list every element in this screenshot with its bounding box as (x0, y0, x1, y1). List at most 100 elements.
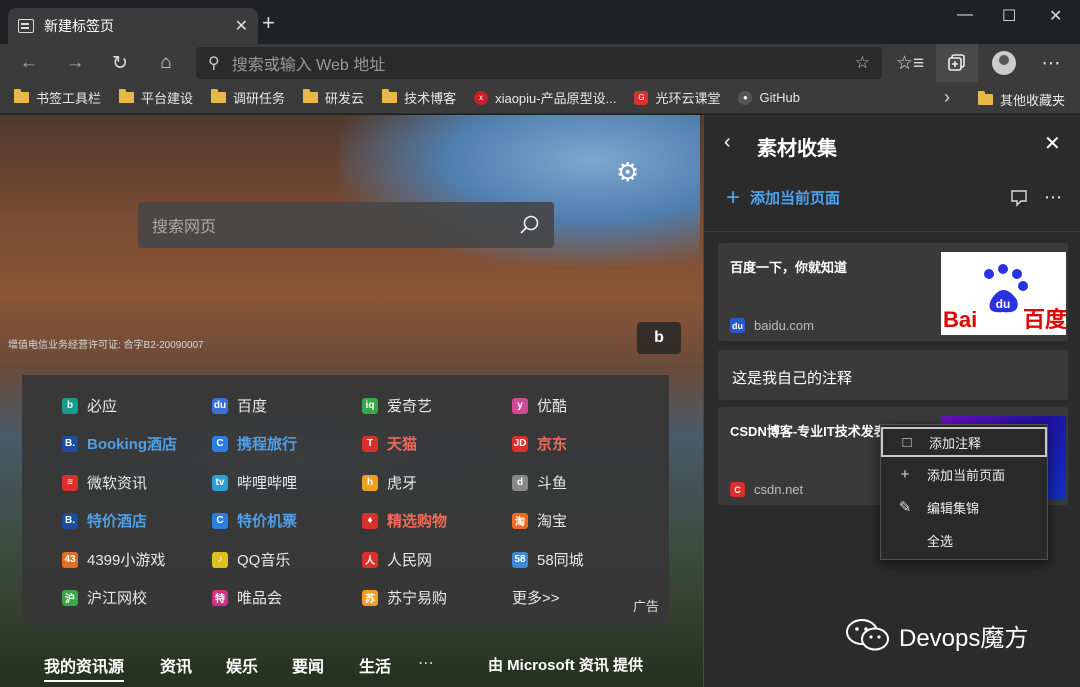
bookmark-other-favorites[interactable]: 其他收藏夹 (978, 90, 1065, 109)
collection-note[interactable]: 这是我自己的注释 (718, 350, 1068, 400)
bookmark-folder-3[interactable]: 调研任务 (211, 88, 285, 107)
add-current-page-button[interactable]: + 添加当前页面 (726, 185, 841, 209)
quick-link[interactable]: B. Booking酒店 (62, 433, 177, 454)
feed-navigation: 我的资讯源 资讯 娱乐 要闻 生活 ⋯ 由 Microsoft 资讯 提供 (0, 653, 703, 683)
tab-close-icon[interactable]: ✕ (235, 16, 248, 36)
refresh-button[interactable]: ↻ (106, 50, 134, 76)
quick-link[interactable]: b 必应 (62, 395, 117, 416)
quick-link-icon: ♦ (362, 512, 378, 529)
quick-link[interactable]: 人人民网 (362, 549, 432, 570)
quick-link[interactable]: du 百度 (212, 395, 267, 416)
quick-link-label: 天猫 (387, 436, 418, 453)
more-options-icon[interactable]: ⋯ (1044, 187, 1062, 208)
page-settings-gear-icon[interactable]: ⚙ (616, 157, 639, 188)
close-panel-icon[interactable]: ✕ (1044, 131, 1061, 156)
address-input[interactable]: 搜索或输入 Web 地址 (232, 51, 855, 75)
quick-link-label: 哔哩哔哩 (237, 475, 298, 492)
quick-link-icon: B. (62, 435, 78, 452)
forward-button[interactable]: → (61, 50, 89, 76)
quick-link[interactable]: iq 爱奇艺 (362, 395, 432, 416)
feed-tab-my-feed[interactable]: 我的资讯源 (44, 653, 125, 682)
quick-link-label: 4399小游戏 (87, 552, 166, 569)
quick-link[interactable]: tv 哔哩哔哩 (212, 472, 297, 493)
quick-link[interactable]: ♦ 精选购物 (362, 510, 447, 531)
quick-link-icon: ≡ (62, 474, 78, 491)
context-menu: □ 添加注释 + 添加当前页面 ✎ 编辑集锦 全选 (880, 424, 1048, 560)
minimize-button[interactable]: — (957, 6, 973, 24)
feed-tab-headlines[interactable]: 要闻 (292, 653, 324, 677)
quick-link[interactable]: h 虎牙 (362, 472, 417, 493)
add-note-icon[interactable] (1010, 189, 1028, 207)
profile-avatar[interactable] (992, 51, 1016, 75)
bookmark-folder-5[interactable]: 技术博客 (382, 88, 456, 107)
add-current-page-label: 添加当前页面 (750, 190, 841, 207)
bookmark-folder-2[interactable]: 平台建设 (119, 88, 193, 107)
menu-item-add-current-page[interactable]: + 添加当前页面 (881, 459, 1047, 489)
quick-link[interactable]: 淘淘宝 (512, 510, 567, 531)
bookmarks-overflow-chevron-icon[interactable]: › (944, 87, 950, 108)
quick-link[interactable]: C 特价机票 (212, 510, 297, 531)
bookmark-folder-1[interactable]: 书签工具栏 (14, 88, 101, 107)
quick-link[interactable]: 更多>> (512, 587, 560, 608)
bookmark-guanghuan[interactable]: G 光环云课堂 (634, 88, 720, 107)
collections-button[interactable] (936, 44, 978, 82)
quick-link[interactable]: 沪沪江网校 (62, 587, 147, 608)
quick-link[interactable]: T 天猫 (362, 433, 417, 454)
bookmark-github[interactable]: ● GitHub (738, 90, 800, 105)
favorites-list-icon[interactable]: ☆≡ (896, 50, 924, 76)
search-icon[interactable] (518, 214, 540, 236)
quick-link-label: 优酷 (537, 398, 568, 415)
web-search-box[interactable]: 搜索网页 (138, 202, 554, 248)
maximize-button[interactable]: ☐ (1002, 6, 1016, 26)
feed-tab-news[interactable]: 资讯 (160, 653, 192, 677)
bookmark-folder-4[interactable]: 研发云 (303, 88, 364, 107)
quick-link-label: 唯品会 (237, 590, 283, 607)
feed-tab-entertainment[interactable]: 娱乐 (226, 653, 258, 677)
quick-link[interactable]: 特唯品会 (212, 587, 282, 608)
quick-link-icon: 淘 (512, 512, 528, 529)
quick-link-label: 沪江网校 (87, 590, 148, 607)
item-title: 百度一下，你就知道 (730, 260, 848, 275)
collection-item-baidu[interactable]: 百度一下，你就知道 du baidu.com du Bai 百度 (718, 243, 1068, 341)
quick-link[interactable]: C 携程旅行 (212, 433, 297, 454)
settings-more-button[interactable]: ⋯ (1037, 50, 1065, 76)
quick-link[interactable]: 苏苏宁易购 (362, 587, 447, 608)
feed-tab-life[interactable]: 生活 (359, 653, 391, 677)
web-search-input[interactable]: 搜索网页 (152, 213, 518, 237)
quick-link[interactable]: B. 特价酒店 (62, 510, 147, 531)
quick-link[interactable]: JD 京东 (512, 433, 567, 454)
favorite-star-icon[interactable]: ☆ (855, 53, 870, 73)
new-tab-button[interactable]: + (262, 12, 275, 34)
quick-link[interactable]: ♪ QQ音乐 (212, 549, 290, 570)
item-site-label: csdn.net (754, 482, 804, 497)
tab-new-tab[interactable]: 新建标签页 ✕ (8, 8, 258, 44)
quick-link[interactable]: d 斗鱼 (512, 472, 567, 493)
menu-item-edit-collection[interactable]: ✎ 编辑集锦 (881, 492, 1047, 522)
address-bar[interactable]: ⚲ 搜索或输入 Web 地址 ☆ (196, 47, 882, 79)
quick-link-label: 苏宁易购 (387, 590, 448, 607)
new-tab-page-icon (18, 19, 34, 33)
github-icon: ● (738, 90, 753, 105)
watermark: Devops魔方 (845, 617, 1028, 653)
license-text: 增值电信业务经营许可证: 合字B2-20090007 (8, 340, 204, 351)
quick-link[interactable]: ≡ 微软资讯 (62, 472, 147, 493)
quick-link[interactable]: y 优酷 (512, 395, 567, 416)
quick-link-icon: ♪ (212, 551, 228, 568)
bookmark-xiaopiu[interactable]: x xiaopiu-产品原型设... (474, 88, 616, 107)
quick-link-icon: C (212, 435, 228, 452)
quick-link-label: 淘宝 (537, 513, 568, 530)
quick-link[interactable]: 43 4399小游戏 (62, 549, 165, 570)
csdn-icon: C (730, 482, 745, 497)
menu-item-select-all[interactable]: 全选 (881, 525, 1047, 555)
folder-icon (382, 89, 398, 103)
back-chevron-icon[interactable]: ‹ (724, 131, 731, 154)
quick-link-label: 人民网 (387, 552, 433, 569)
title-bar: 新建标签页 ✕ + — ☐ ✕ (0, 0, 1080, 44)
home-button[interactable]: ⌂ (152, 50, 180, 76)
feed-more-icon[interactable]: ⋯ (418, 653, 434, 673)
close-window-button[interactable]: ✕ (1049, 6, 1062, 26)
quick-link[interactable]: 58 58同城 (512, 549, 584, 570)
back-button[interactable]: ← (15, 50, 43, 76)
bing-button[interactable]: b (637, 322, 681, 354)
menu-item-add-note[interactable]: □ 添加注释 (881, 427, 1047, 457)
